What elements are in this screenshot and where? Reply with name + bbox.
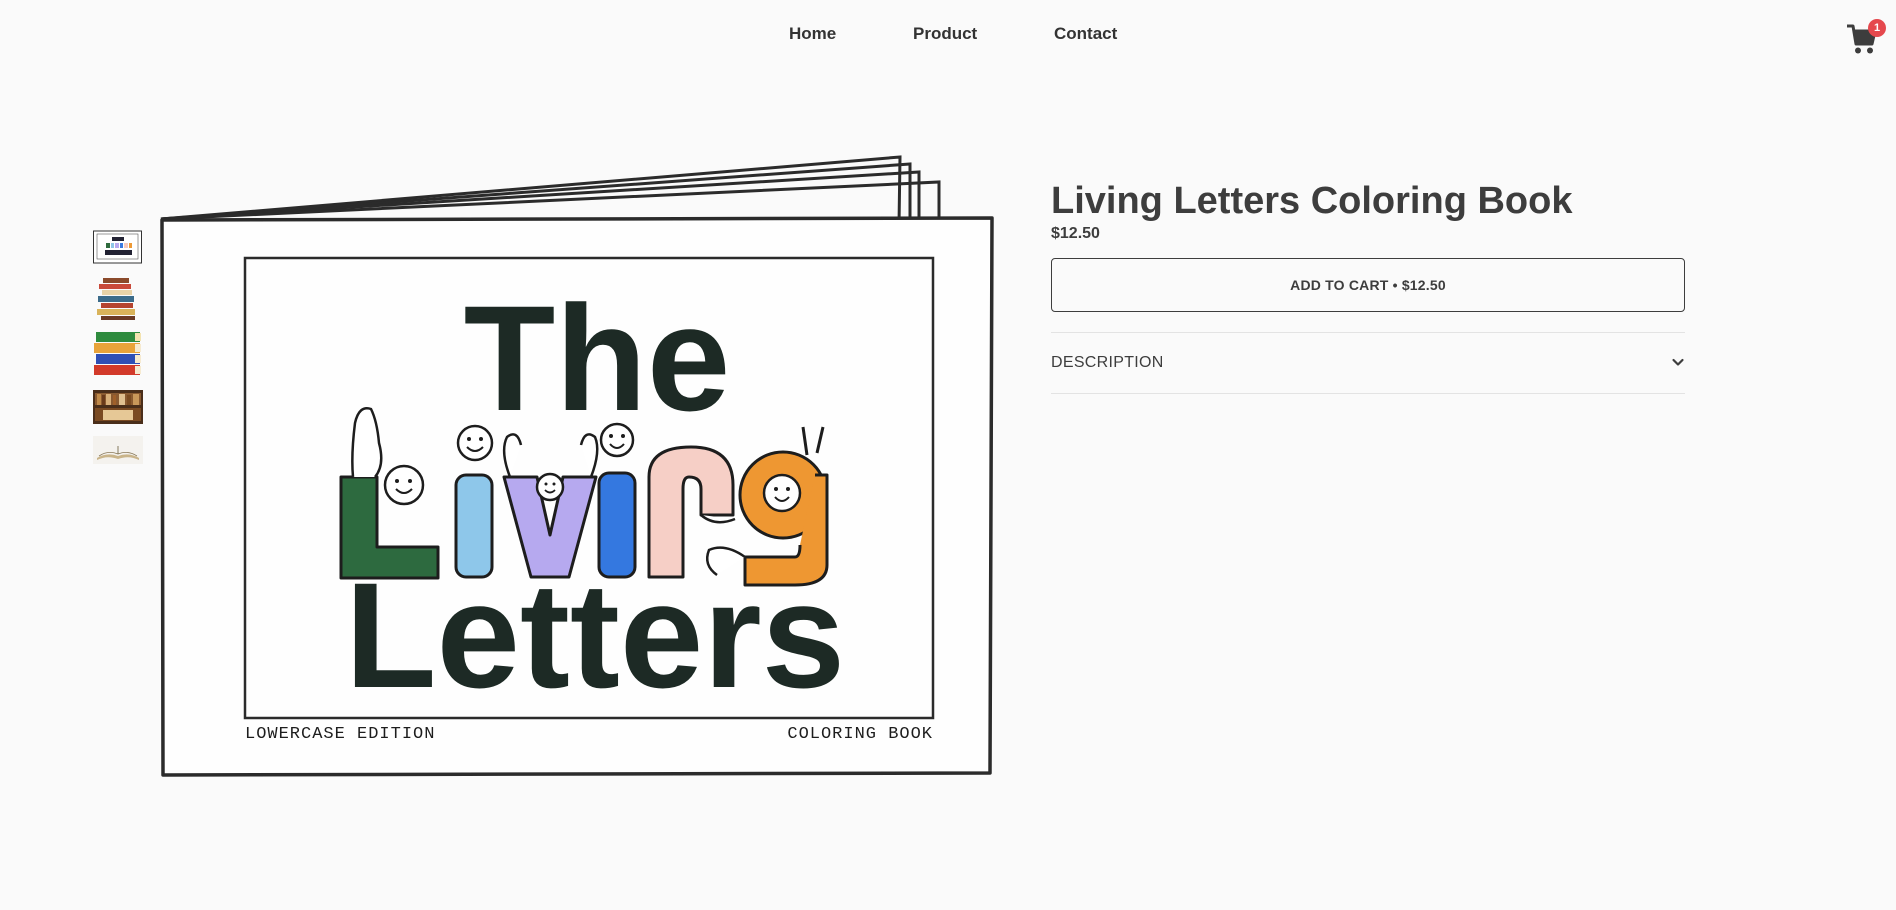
cover-title-the: The [464,274,731,442]
nav-product-link[interactable]: Product [913,24,977,44]
cart-count-badge: 1 [1868,19,1886,37]
cover-caption-right: COLORING BOOK [787,725,933,744]
main-nav: Home Product Contact [0,20,1896,46]
open-book-thumbnail[interactable] [93,436,143,464]
book-cover-thumbnail[interactable] [93,228,143,264]
divider [1051,332,1685,333]
description-accordion[interactable]: DESCRIPTION [1051,340,1685,386]
product-price: $12.50 [1051,225,1100,242]
bookshelf-thumbnail[interactable] [93,390,143,424]
cart-button[interactable]: 1 [1846,19,1886,58]
product-title: Living Letters Coloring Book [1051,180,1573,222]
product-main-image: The Letters LOWERCASE EDITION COLORING B… [160,155,994,777]
description-label: DESCRIPTION [1051,354,1164,371]
nav-home-link[interactable]: Home [789,24,836,44]
divider [1051,393,1685,394]
add-to-cart-button[interactable]: ADD TO CART • $12.50 [1051,258,1685,312]
colored-books-thumbnail[interactable] [93,330,143,378]
nav-contact-link[interactable]: Contact [1054,24,1117,44]
book-stack-thumbnail[interactable] [93,276,143,320]
cover-title-letters: Letters [345,551,845,719]
chevron-down-icon [1672,358,1684,366]
cover-caption-left: LOWERCASE EDITION [245,725,435,744]
